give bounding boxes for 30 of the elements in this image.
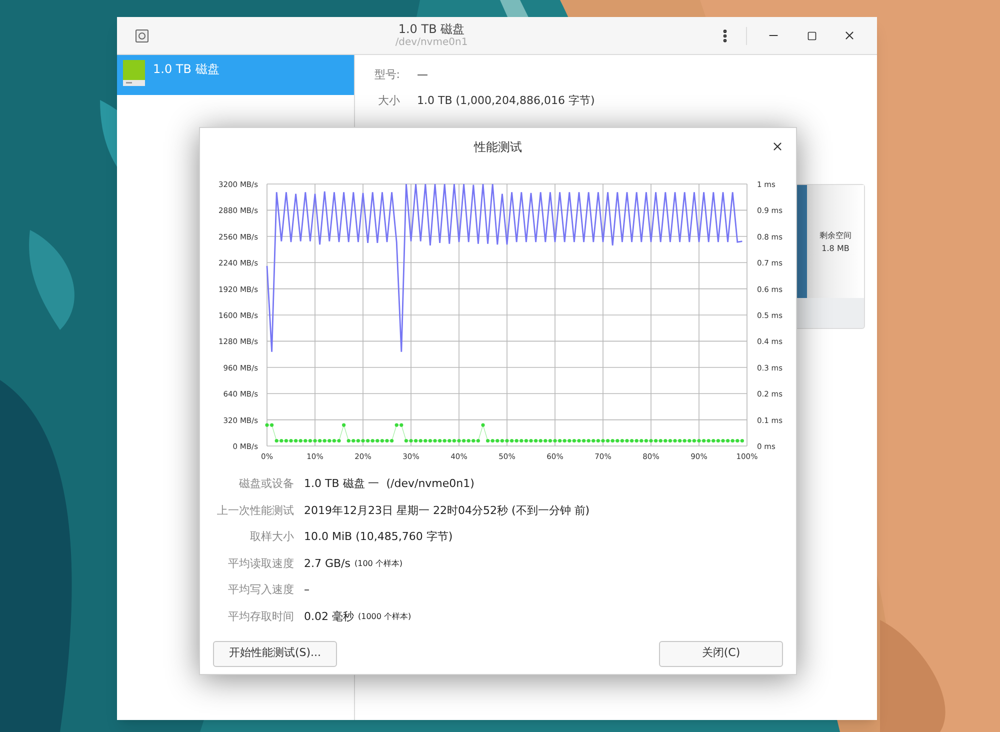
field-value: — [417,67,429,83]
stat-value: 1.0 TB 磁盘 一 (/dev/nvme0n1) [304,476,474,492]
close-icon [770,140,784,152]
stat-value: 10.0 MiB (10,485,760 字节) [304,529,453,546]
close-dialog-button[interactable]: 关闭(C) [659,640,783,667]
stat-label: 上一次性能测试 [216,502,294,519]
free-space-segment[interactable]: 剩余空间 1.8 MB [807,185,864,298]
stat-value: 0.02 毫秒 [304,609,354,626]
stat-label: 平均读取速度 [227,556,294,572]
window-title: 1.0 TB 磁盘 [398,22,465,37]
field-label: 型号: [373,67,400,83]
stat-value: 2.7 GB/s [304,556,350,572]
dialog-title: 性能测试 [474,139,522,156]
stat-label: 取样大小 [249,529,294,546]
start-benchmark-button[interactable]: 开始性能测试(S)... [213,640,337,667]
field-value: 1.0 TB (1,000,204,886,016 字节) [417,93,596,109]
stat-value: 2019年12月23日 星期一 22时04分52秒 (不到一分钟 前) [304,502,590,519]
sample-count: (1000 个样本) [358,611,412,624]
stat-value: – [304,582,310,598]
drive-icon [123,60,145,86]
free-space-label: 剩余空间 [820,230,852,242]
window-subtitle: /dev/nvme0n1 [395,36,468,50]
field-label: 大小 [377,93,400,109]
free-space-size: 1.8 MB [822,242,850,254]
sample-count: (100 个样本) [354,558,403,570]
stat-label: 平均存取时间 [227,608,294,625]
stat-label: 平均写入速度 [227,582,294,598]
stat-label: 磁盘或设备 [238,476,294,492]
close-icon [842,29,856,42]
maximize-icon [807,30,817,40]
